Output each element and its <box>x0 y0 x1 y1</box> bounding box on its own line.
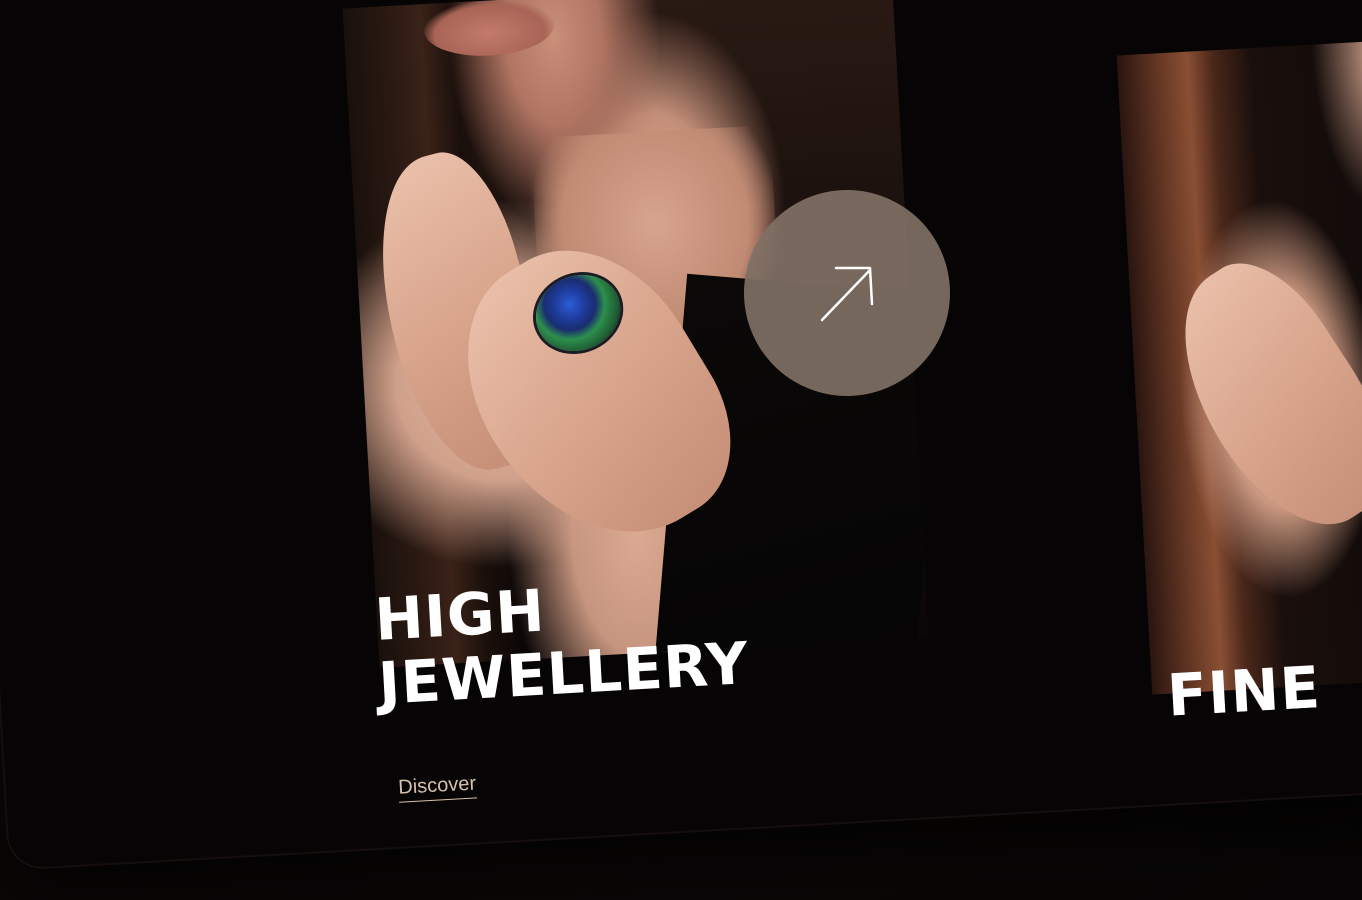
page-background: HIGH JEWELLERY Discover FINE <box>0 0 1362 900</box>
slide-title-fine: FINE <box>1165 655 1322 716</box>
arrow-up-right-icon <box>820 266 874 322</box>
device-screen: HIGH JEWELLERY Discover FINE <box>0 0 1362 869</box>
next-slide-button[interactable] <box>744 190 950 396</box>
slide-title-high-jewellery: HIGH JEWELLERY <box>373 567 751 717</box>
model-lips <box>422 0 556 60</box>
discover-link[interactable]: Discover <box>397 772 477 803</box>
slide-image-fine[interactable] <box>1116 37 1362 695</box>
model-hand-second <box>1141 238 1362 556</box>
